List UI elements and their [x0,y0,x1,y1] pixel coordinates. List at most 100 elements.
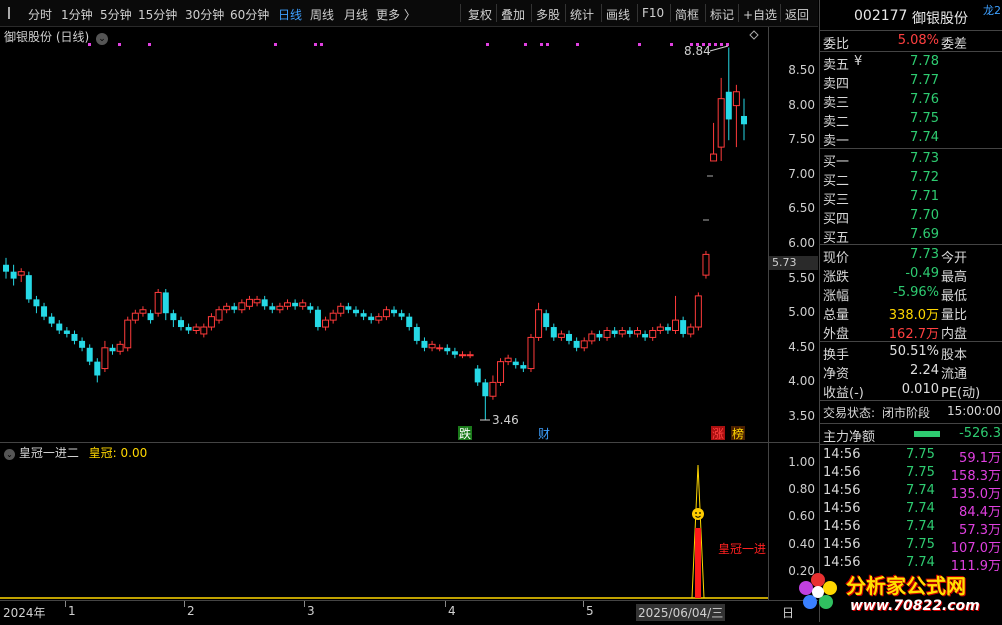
toolbar-item-4[interactable]: 30分钟 [185,6,224,23]
candle [284,299,292,310]
candle [527,333,535,373]
diamond-icon[interactable] [749,30,759,40]
candle-body [444,347,451,352]
event-marker[interactable]: 榜 [731,426,745,441]
candle [702,250,710,279]
candle [603,327,611,341]
toolbar-item-5[interactable]: 60分钟 [230,6,269,23]
candle-body [687,326,695,335]
toolbar-item-9[interactable]: 更多 〉 [376,6,416,23]
candle [71,330,78,345]
candle [649,327,657,341]
toolbar-right-item-8[interactable]: +自选 [743,6,777,23]
tick-row[interactable]: 14:56 7.75 158.3万 [820,464,1002,484]
stat-value: -0.49 [905,266,939,281]
candle-body [238,302,246,311]
toolbar-right-item-2[interactable]: 多股 [536,6,560,23]
candle [292,299,299,310]
ask-price: 7.77 [910,73,939,88]
tick-time: 14:56 [823,537,861,552]
chevron-down-icon[interactable]: ⌄ [4,449,15,460]
ask-price: 7.75 [910,111,939,126]
bid-row: 买四 7.70 [820,207,1002,227]
candle-body [33,299,40,307]
stat-row: 外盘 162.7万 内盘 [820,322,1002,342]
toolbar-right-item-7[interactable]: 标记 [710,6,734,23]
stat-row: 现价 7.73 今开 [820,246,1002,266]
candle [3,257,9,279]
stat-row: 总量 338.0万 量比 [820,303,1002,323]
candle [177,316,184,331]
signal-dot [274,43,277,46]
candle-body [642,333,649,338]
toolbar-item-2[interactable]: 5分钟 [100,6,132,23]
event-marker[interactable]: 涨 [711,426,725,441]
indicator-signal-bar [695,528,701,598]
bid-price: 7.71 [910,189,939,204]
candlestick-chart[interactable]: 8.84 3.46 跌 财 涨榜 [0,27,768,442]
tick-row[interactable]: 14:56 7.74 57.3万 [820,518,1002,538]
tick-row[interactable]: 14:56 7.74 135.0万 [820,482,1002,502]
signal-dot [546,43,549,46]
event-marker[interactable]: 财 [538,427,550,441]
candle [276,302,284,314]
candle [520,361,527,373]
signal-dot [714,43,717,46]
price-axis-label: 8.00 [788,97,815,112]
toolbar-right-item-0[interactable]: 复权 [468,6,492,23]
candle-body [611,330,618,334]
candle [238,299,246,314]
candle-body [94,361,101,376]
candle [566,330,573,345]
candle-body [557,333,565,338]
bid-price: 7.73 [910,151,939,166]
toolbar-right-item-9[interactable]: 返回 [785,6,809,23]
candle [466,351,474,359]
toolbar-right-item-1[interactable]: 叠加 [501,6,525,23]
signal-dot [148,43,151,46]
ask-label: 卖三 [823,96,850,111]
date-label: 5 [586,604,594,618]
tick-row[interactable]: 14:56 7.74 84.4万 [820,500,1002,520]
indicator-chart[interactable]: 皇冠一进 [0,442,768,601]
tick-time: 14:56 [823,519,861,534]
toolbar-item-0[interactable]: 分时 [28,6,52,23]
candle [56,320,63,334]
toolbar-item-7[interactable]: 周线 [310,6,334,23]
signal-dot [540,43,543,46]
toolbar-right-item-5[interactable]: F10 [642,6,664,20]
candle [382,306,390,321]
candle [710,122,718,162]
candle-body [580,340,588,349]
stat2-label2: 流通 [941,367,968,382]
candle [101,340,109,373]
back-chevron-icon[interactable] [8,7,10,19]
toolbar-item-8[interactable]: 月线 [344,6,368,23]
stat-row: 涨幅 -5.96% 最低 [820,284,1002,304]
candle-body [41,306,48,317]
candle [550,323,557,341]
bid-price: 7.72 [910,170,939,185]
candle-body [664,327,671,331]
candle-body [314,309,321,328]
toolbar-item-3[interactable]: 15分钟 [138,6,177,23]
toolbar-item-6[interactable]: 日线 [278,6,302,23]
event-marker[interactable]: 跌 [458,426,472,441]
candle [345,302,352,314]
toolbar-right-item-6[interactable]: 简框 [675,6,699,23]
candle [504,354,512,366]
candle-body [436,347,444,350]
panel-corner-badge[interactable]: 龙2 [983,2,1001,18]
candle [458,351,466,359]
toolbar-right-item-3[interactable]: 统计 [570,6,594,23]
stat-value: -5.96% [893,285,939,300]
tick-row[interactable]: 14:56 7.75 59.1万 [820,446,1002,466]
toolbar-item-1[interactable]: 1分钟 [61,6,93,23]
stat-label: 总量 [823,308,850,323]
candle [124,316,132,352]
candle [131,309,139,324]
tick-row[interactable]: 14:56 7.75 107.0万 [820,536,1002,556]
candle-body [25,275,32,300]
stat2-label: 净资 [823,367,850,382]
toolbar-right-item-4[interactable]: 画线 [606,6,630,23]
